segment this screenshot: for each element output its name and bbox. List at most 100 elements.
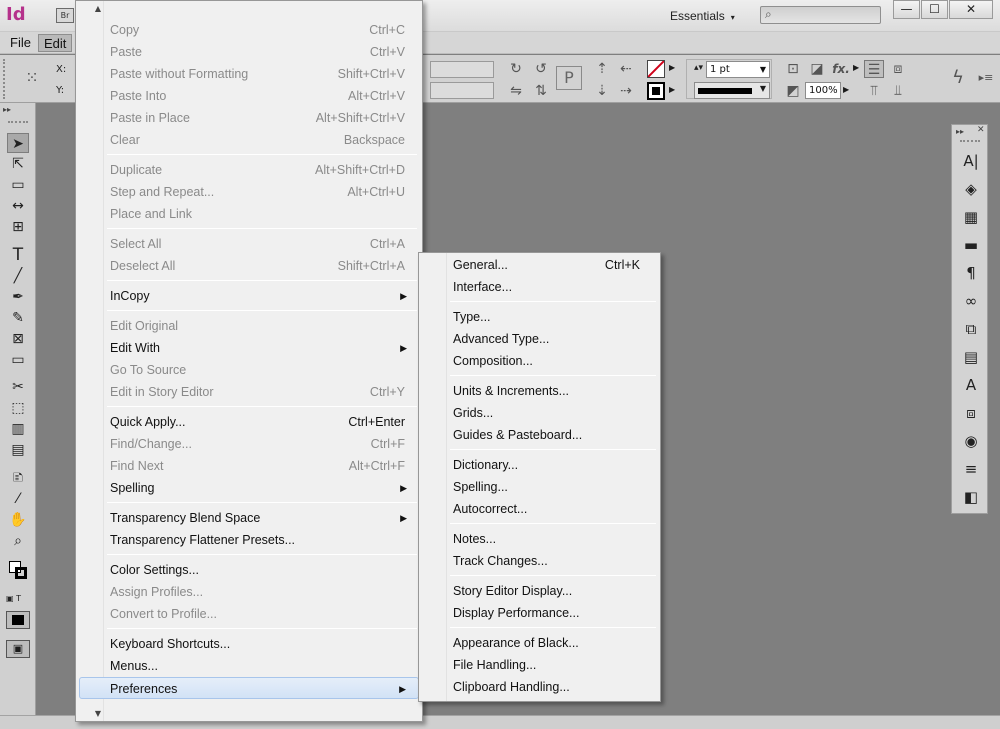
scroll-down-icon[interactable]: ▼	[92, 709, 104, 719]
fill-swatch-icon[interactable]	[647, 60, 665, 78]
paragraph-icon[interactable]: ¶	[960, 262, 982, 284]
reference-point-icon[interactable]: ⁙	[22, 69, 42, 87]
menu-item-clear[interactable]: Clear Backspace	[79, 129, 419, 151]
rotate-90-ccw-icon[interactable]: ↺	[531, 60, 551, 78]
character-styles-icon[interactable]: A|	[960, 150, 982, 172]
pref-item-units-increments[interactable]: Units & Increments...	[422, 380, 658, 402]
pencil-tool-icon[interactable]: ✎	[7, 308, 29, 328]
search-input[interactable]: ⌕	[760, 6, 881, 24]
menu-item-menus[interactable]: Menus...	[79, 655, 419, 677]
free-transform-icon[interactable]: ⬚	[7, 398, 29, 418]
menu-item-step-and-repeat[interactable]: Step and Repeat... Alt+Ctrl+U	[79, 181, 419, 203]
flip-vertical-icon[interactable]: ⇅	[531, 82, 551, 100]
pref-item-composition[interactable]: Composition...	[422, 350, 658, 372]
rotation-field[interactable]	[430, 61, 494, 78]
select-next-icon[interactable]: ⇢	[616, 82, 636, 100]
menu-item-find-change[interactable]: Find/Change... Ctrl+F	[79, 433, 419, 455]
gradient-feather-icon[interactable]: ▤	[7, 440, 29, 460]
pathfinder-icon[interactable]: ◧	[960, 486, 982, 508]
collapse-panel-icon[interactable]: ▸▸	[3, 105, 11, 114]
menu-item-edit-original[interactable]: Edit Original	[79, 315, 419, 337]
frame-fitting-icon[interactable]: ⊡	[783, 60, 803, 78]
menu-item-copy[interactable]: Copy Ctrl+C	[79, 19, 419, 41]
flip-horizontal-icon[interactable]: ⇋	[506, 82, 526, 100]
menu-item-paste-in-place[interactable]: Paste in Place Alt+Shift+Ctrl+V	[79, 107, 419, 129]
pref-item-story-editor-display[interactable]: Story Editor Display...	[422, 580, 658, 602]
page-tool-icon[interactable]: ▭	[7, 175, 29, 195]
zoom-tool-icon[interactable]: ⌕	[7, 531, 29, 551]
selection-icon[interactable]: ➤	[7, 133, 29, 153]
menu-item-place-and-link[interactable]: Place and Link	[79, 203, 419, 225]
menu-item-assign-profiles[interactable]: Assign Profiles...	[79, 581, 419, 603]
menu-item-convert-to-profile[interactable]: Convert to Profile...	[79, 603, 419, 625]
menu-item-preferences[interactable]: Preferences ▶	[79, 677, 419, 699]
shear-field[interactable]	[430, 82, 494, 99]
pref-item-type[interactable]: Type...	[422, 306, 658, 328]
menu-item-transparency-flattener-presets[interactable]: Transparency Flattener Presets...	[79, 529, 419, 551]
scissors-icon[interactable]: ✂	[7, 377, 29, 397]
quick-apply-icon[interactable]: ϟ	[948, 69, 968, 87]
opacity-field[interactable]: 100%	[805, 82, 841, 99]
stroke-weight-arrows-icon[interactable]: ▴▾	[694, 63, 703, 73]
menu-item-keyboard-shortcuts[interactable]: Keyboard Shortcuts...	[79, 633, 419, 655]
close-button[interactable]: ✕	[949, 0, 993, 19]
hand-tool-icon[interactable]: ✋	[7, 510, 29, 530]
auto-fit-icon[interactable]: ⧈	[888, 60, 908, 78]
pref-item-dictionary[interactable]: Dictionary...	[422, 454, 658, 476]
menu-file[interactable]: File	[5, 34, 36, 52]
text-frame-options-icon[interactable]: ☰	[864, 60, 884, 78]
character-icon[interactable]: A	[960, 374, 982, 396]
select-content-icon[interactable]: ⇣	[592, 82, 612, 100]
menu-edit[interactable]: Edit	[38, 34, 73, 52]
eyedropper-icon[interactable]: ⁄	[7, 489, 29, 509]
stroke-type-dropdown[interactable]: ▼	[694, 82, 770, 99]
direct-selection-icon[interactable]: ⇱	[7, 154, 29, 174]
menu-item-find-next[interactable]: Find Next Alt+Ctrl+F	[79, 455, 419, 477]
menu-item-incopy[interactable]: InCopy ▶	[79, 285, 419, 307]
menu-item-edit-in-story-editor[interactable]: Edit in Story Editor Ctrl+Y	[79, 381, 419, 403]
menu-item-duplicate[interactable]: Duplicate Alt+Shift+Ctrl+D	[79, 159, 419, 181]
panel-menu-icon[interactable]: ▸≡	[976, 69, 996, 87]
panel-grip[interactable]	[3, 59, 11, 99]
chevron-right-icon[interactable]: ▶	[669, 63, 675, 72]
links-icon[interactable]: ∞	[960, 290, 982, 312]
rectangle-tool-icon[interactable]: ▭	[7, 350, 29, 370]
pref-item-guides-pasteboard[interactable]: Guides & Pasteboard...	[422, 424, 658, 446]
fx-effects-icon[interactable]: fx.	[831, 60, 851, 78]
menu-item-select-all[interactable]: Select All Ctrl+A	[79, 233, 419, 255]
menu-item-edit-with[interactable]: Edit With ▶	[79, 337, 419, 359]
menu-item-deselect-all[interactable]: Deselect All Shift+Ctrl+A	[79, 255, 419, 277]
pref-item-grids[interactable]: Grids...	[422, 402, 658, 424]
select-previous-icon[interactable]: ⇠	[616, 60, 636, 78]
pref-item-display-performance[interactable]: Display Performance...	[422, 602, 658, 624]
stroke-swatch-icon[interactable]	[647, 82, 665, 100]
chevron-right-icon[interactable]: ▶	[853, 63, 859, 72]
close-icon[interactable]: ✕	[977, 125, 985, 135]
gradient-icon[interactable]: ▬	[960, 234, 982, 256]
screen-mode-icon[interactable]: ▣	[6, 640, 30, 658]
minimize-button[interactable]: —	[893, 0, 920, 19]
menu-item-paste-into[interactable]: Paste Into Alt+Ctrl+V	[79, 85, 419, 107]
maximize-button[interactable]: ☐	[921, 0, 948, 19]
pref-item-autocorrect[interactable]: Autocorrect...	[422, 498, 658, 520]
stroke-weight-field[interactable]: 1 pt ▼	[706, 61, 770, 78]
menu-item-paste[interactable]: Paste Ctrl+V	[79, 41, 419, 63]
bridge-button[interactable]: Br	[56, 8, 74, 23]
expand-panels-icon[interactable]: ▸▸	[956, 127, 964, 136]
gradient-swatch-icon[interactable]: ▥	[7, 419, 29, 439]
pages-icon[interactable]: ⧉	[960, 318, 982, 340]
chevron-right-icon[interactable]: ▶	[669, 85, 675, 94]
chevron-right-icon[interactable]: ▶	[843, 85, 849, 94]
effects-icon[interactable]: ⧈	[960, 402, 982, 424]
apply-color-icon[interactable]	[6, 611, 30, 629]
type-tool-icon[interactable]: T	[7, 245, 29, 265]
gap-tool-icon[interactable]: ↔	[7, 196, 29, 216]
pref-item-interface[interactable]: Interface...	[422, 276, 658, 298]
pen-tool-icon[interactable]: ✒	[7, 287, 29, 307]
stroke-icon[interactable]: ≡	[960, 458, 982, 480]
menu-item-spelling[interactable]: Spelling ▶	[79, 477, 419, 499]
rectangle-frame-icon[interactable]: ⊠	[7, 329, 29, 349]
rotate-90-cw-icon[interactable]: ↻	[506, 60, 526, 78]
pref-item-advanced-type[interactable]: Advanced Type...	[422, 328, 658, 350]
menu-item-quick-apply[interactable]: Quick Apply... Ctrl+Enter	[79, 411, 419, 433]
